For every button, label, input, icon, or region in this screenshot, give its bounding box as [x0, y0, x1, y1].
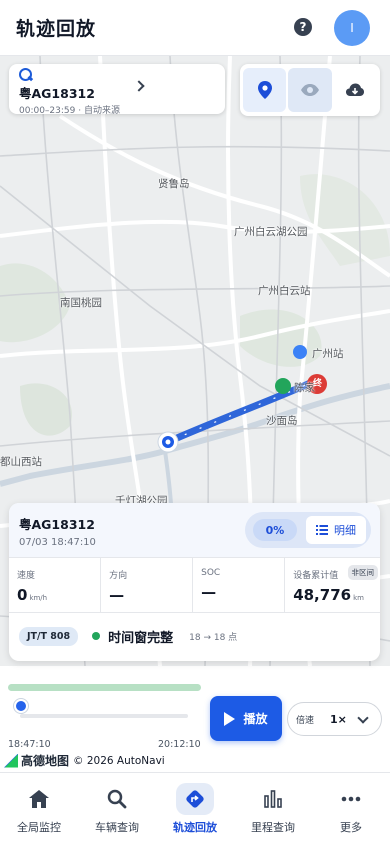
- eye-icon[interactable]: [288, 68, 332, 112]
- speed-label: 倍速: [296, 715, 315, 726]
- search-icon: [98, 783, 136, 815]
- nav-item-more[interactable]: 更多: [312, 773, 390, 844]
- stat-value: 0: [17, 586, 28, 604]
- map-attribution: 高德地图 © 2026 AutoNavi: [4, 752, 165, 769]
- stat-speed: 速度 0 km/h: [9, 558, 102, 612]
- amap-logo-icon: [4, 753, 18, 768]
- window-status: 时间窗完整: [108, 630, 174, 646]
- vehicle-selector[interactable]: 粤AG18312 00:00–23:59 · 自动来源: [9, 64, 225, 116]
- bar-chart-icon: [254, 783, 292, 815]
- stat-label: 方向: [109, 571, 128, 581]
- detail-label: 明细: [334, 524, 356, 537]
- nav-label: 车辆查询: [95, 821, 139, 834]
- stat-unit: km/h: [29, 594, 48, 602]
- search-icon: [19, 68, 33, 82]
- cloud-download-icon[interactable]: [334, 68, 377, 112]
- protocol-badge: JT/T 808: [19, 626, 79, 646]
- play-button[interactable]: 播放: [210, 696, 282, 741]
- progress-percent: 0%: [253, 519, 297, 541]
- play-label: 播放: [243, 712, 268, 726]
- amap-logo: 高德地图: [4, 752, 69, 769]
- home-icon: [20, 783, 58, 815]
- start-time: 18:47:10: [8, 739, 51, 750]
- stat-tag: 非区间: [347, 565, 378, 580]
- map-label: 广州站: [312, 348, 344, 360]
- status-dot-icon: [92, 632, 101, 640]
- stat-value: 48,776: [293, 586, 352, 604]
- end-marker-label: 终: [313, 379, 323, 389]
- map-label: 广州白云站: [258, 285, 311, 297]
- more-dots-icon: [332, 783, 370, 815]
- map-tools: [240, 64, 380, 116]
- end-time: 20:12:10: [158, 739, 201, 750]
- avatar[interactable]: I: [334, 10, 370, 46]
- stats-row: 速度 0 km/h 方向 — SOC — 设备累计值 非区间 48,776 km: [9, 557, 380, 613]
- stat-unit: km: [353, 594, 364, 602]
- stat-label: 速度: [17, 571, 36, 581]
- map-label: 南国桃园: [60, 297, 102, 309]
- nav-label: 里程查询: [251, 821, 295, 834]
- speed-value: 1×: [330, 712, 347, 726]
- map-label: 沙面岛: [266, 415, 298, 427]
- stat-odometer: 设备累计值 非区间 48,776 km: [285, 558, 380, 612]
- stat-soc: SOC —: [193, 558, 286, 612]
- playback-slider-thumb[interactable]: [14, 699, 28, 713]
- time-range: 00:00–23:59 · 自动来源: [19, 106, 120, 116]
- nav-item-monitor[interactable]: 全局监控: [0, 773, 78, 844]
- nav-label: 轨迹回放: [173, 821, 217, 834]
- window-range: 18 → 18 点: [189, 632, 238, 643]
- brand-name: 高德地图: [21, 754, 70, 768]
- stat-label: SOC: [201, 568, 221, 578]
- nav-item-track-replay[interactable]: 轨迹回放: [156, 773, 234, 844]
- map-label: 广州白云湖公园: [234, 226, 308, 238]
- vehicle-plate: 粤AG18312: [19, 86, 95, 101]
- chevron-down-icon: [357, 712, 369, 724]
- playback-panel: 18:47:10 20:12:10 播放 倍速 1× 高德地图 © 2026 A…: [0, 666, 390, 772]
- nav-item-mileage[interactable]: 里程查询: [234, 773, 312, 844]
- map-label: 贤鲁岛: [158, 178, 190, 190]
- nav-label: 全局监控: [17, 821, 61, 834]
- bottom-nav: 全局监控 车辆查询 轨迹回放 里程查询 更多: [0, 772, 390, 844]
- loaded-progress-bar: [8, 684, 201, 691]
- question-circle-icon[interactable]: ?: [294, 18, 312, 36]
- play-icon: [224, 711, 236, 726]
- copyright: © 2026 AutoNavi: [73, 754, 165, 767]
- route-icon: [176, 783, 214, 815]
- speed-select[interactable]: 倍速 1×: [287, 702, 382, 736]
- stat-value: —: [201, 583, 217, 601]
- vehicle-info-card: 粤AG18312 07/03 18:47:10 0% 明细 速度 0 km/h 方…: [9, 503, 380, 661]
- page-title: 轨迹回放: [16, 18, 97, 40]
- stat-direction: 方向 —: [101, 558, 194, 612]
- map-label: 都山西站: [0, 456, 42, 468]
- list-icon: [316, 525, 328, 535]
- map-label: 陈家: [294, 382, 315, 394]
- app-header: 轨迹回放 ? I: [0, 0, 390, 56]
- nav-item-vehicle-query[interactable]: 车辆查询: [78, 773, 156, 844]
- progress-group: 0% 明细: [245, 512, 371, 548]
- location-pin-icon[interactable]: [243, 68, 287, 112]
- playback-slider-track[interactable]: [20, 714, 188, 718]
- nav-label: 更多: [340, 821, 362, 834]
- detail-button[interactable]: 明细: [306, 516, 366, 544]
- stat-value: —: [109, 586, 125, 604]
